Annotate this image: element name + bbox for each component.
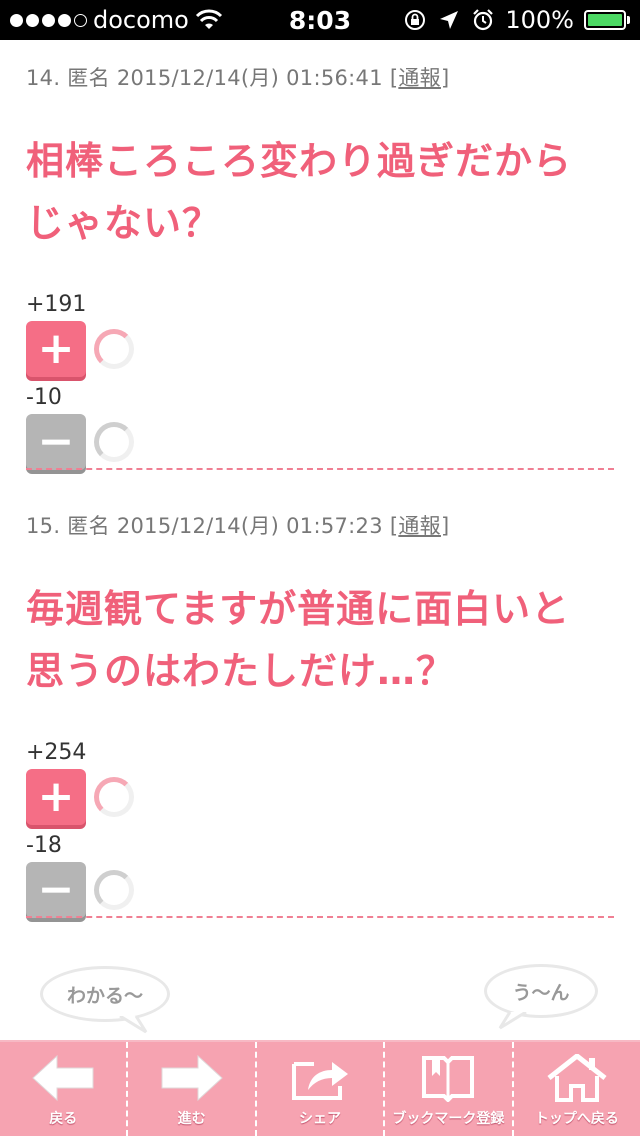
battery-icon [584,10,630,30]
comment-header: 14. 匿名 2015/12/14(月) 01:56:41 [ [26,66,399,90]
arrow-left-icon [32,1054,94,1102]
minus-count: -10 [26,385,62,410]
comment-body: 毎週観てますが普通に面白いと 思うのはわたしだけ…？ [26,578,614,702]
comment-meta: 14. 匿名 2015/12/14(月) 01:56:41 [通報] [26,62,614,92]
battery-percentage: 100% [505,6,574,34]
comment-item: 14. 匿名 2015/12/14(月) 01:56:41 [通報] 相棒ころこ… [26,62,614,470]
nav-bookmark[interactable]: ブックマーク登録 [383,1042,511,1136]
loading-spinner-icon [94,329,134,369]
location-icon [440,11,459,29]
bookmark-icon [422,1056,475,1102]
minus-vote-button[interactable]: − [26,862,86,918]
comment-header-end: ] [440,66,450,90]
bottom-nav: 戻る 進む シェア ブックマーク登録 トップへ戻る [0,1040,640,1136]
comment-header: 15. 匿名 2015/12/14(月) 01:57:23 [ [26,514,399,538]
comment-item: 15. 匿名 2015/12/14(月) 01:57:23 [通報] 毎週観てま… [26,510,614,918]
bubble-tail-icon [119,1016,148,1034]
comment-body: 相棒ころころ変わり過ぎだから じゃない？ [26,130,614,254]
comment-body-line: 相棒ころころ変わり過ぎだから [26,139,573,183]
alarm-icon [473,9,494,31]
nav-label: 進む [177,1111,206,1127]
minus-vote-button[interactable]: − [26,414,86,470]
plus-vote-button[interactable]: + [26,321,86,377]
status-bar: docomo 8:03 100% [0,0,640,40]
nav-label: シェア [299,1111,342,1127]
comment-body-line: じゃない？ [26,201,222,245]
minus-count: -18 [26,833,62,858]
arrow-right-icon [161,1054,223,1102]
bubble-tail-icon [498,1012,527,1030]
nav-forward[interactable]: 進む [126,1042,254,1136]
home-icon [547,1054,607,1102]
nav-label: トップへ戻る [534,1111,619,1127]
agree-bubble[interactable]: わかる〜 [40,966,170,1022]
comment-divider [26,916,614,918]
comment-divider [26,468,614,470]
nav-label: 戻る [49,1111,78,1127]
share-icon [292,1062,349,1100]
report-link[interactable]: 通報 [398,514,441,538]
nav-label: ブックマーク登録 [392,1111,505,1127]
loading-spinner-icon [94,870,134,910]
nav-home[interactable]: トップへ戻る [511,1042,640,1136]
loading-spinner-icon [94,422,134,462]
loading-spinner-icon [94,777,134,817]
rotation-lock-icon [405,10,426,30]
plus-vote-button[interactable]: + [26,769,86,825]
report-link[interactable]: 通報 [398,66,441,90]
comment-header-end: ] [440,514,450,538]
nav-back[interactable]: 戻る [0,1042,126,1136]
plus-count: +191 [26,292,87,317]
plus-count: +254 [26,740,87,765]
hmm-bubble[interactable]: う〜ん [484,964,598,1018]
nav-share[interactable]: シェア [254,1042,383,1136]
comment-body-line: 思うのはわたしだけ…？ [26,649,456,693]
comment-meta: 15. 匿名 2015/12/14(月) 01:57:23 [通報] [26,510,614,540]
comment-body-line: 毎週観てますが普通に面白いと [26,587,571,631]
